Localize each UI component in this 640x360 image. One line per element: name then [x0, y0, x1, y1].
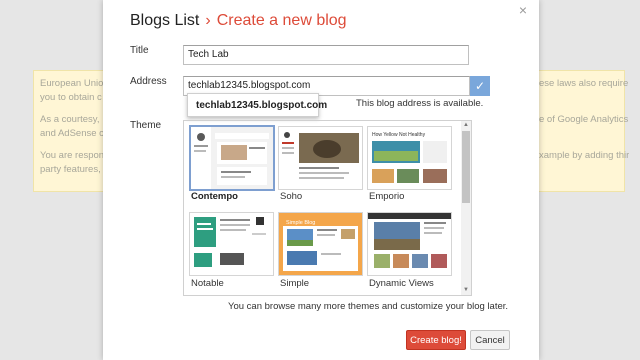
banner-text: You are respon [40, 150, 104, 161]
theme-thumb-dynamic-views[interactable] [367, 212, 452, 276]
address-label: Address [130, 76, 167, 87]
create-blog-dialog: × Blogs List › Create a new blog Title Tec… [103, 0, 539, 360]
simple-preview-icon: Simple Blog [279, 213, 362, 275]
theme-thumb-soho[interactable] [278, 126, 363, 190]
close-icon[interactable]: × [519, 2, 527, 18]
banner-text: xample by adding third [539, 150, 629, 161]
banner-text: As a courtesy, [40, 114, 100, 125]
theme-scrollbar[interactable]: ▲ ▼ [461, 121, 471, 295]
simple-thumb-title: Simple Blog [286, 220, 315, 226]
dialog-header: Blogs List › Create a new blog [130, 12, 347, 30]
theme-name-notable[interactable]: Notable [191, 278, 224, 289]
address-status: This blog address is available. [356, 98, 484, 109]
soho-preview-icon [279, 127, 362, 189]
cancel-button[interactable]: Cancel [470, 330, 510, 350]
title-input[interactable]: Tech Lab [183, 45, 469, 65]
banner-text: and AdSense c [40, 128, 104, 139]
address-suggestion[interactable]: techlab12345.blogspot.com [187, 93, 327, 117]
theme-label: Theme [130, 120, 162, 131]
breadcrumb-separator-icon: › [205, 12, 211, 29]
breadcrumb-blogs-list[interactable]: Blogs List [130, 12, 199, 29]
banner-text: European Union [40, 78, 104, 89]
theme-picker: Contempo Soho How Yellow Not Healthy Emp… [183, 120, 472, 296]
notable-preview-icon [190, 213, 273, 275]
emporio-thumb-title: How Yellow Not Healthy [372, 132, 426, 138]
themes-note: You can browse many more themes and cust… [228, 301, 509, 312]
theme-thumb-notable[interactable] [189, 212, 274, 276]
theme-thumb-simple[interactable]: Simple Blog [278, 212, 363, 276]
scroll-down-icon[interactable]: ▼ [461, 286, 471, 295]
theme-name-emporio[interactable]: Emporio [369, 191, 404, 202]
banner-text: e of Google Analytics [539, 114, 629, 125]
banner-text: you to obtain c [40, 92, 102, 103]
banner-text: ese laws also require [539, 78, 629, 89]
theme-name-simple[interactable]: Simple [280, 278, 309, 289]
theme-name-contempo[interactable]: Contempo [191, 191, 238, 202]
dynamic-views-preview-icon [368, 213, 451, 275]
check-icon: ✓ [470, 76, 490, 96]
scroll-up-icon[interactable]: ▲ [461, 121, 471, 130]
title-label: Title [130, 45, 149, 56]
theme-thumb-emporio[interactable]: How Yellow Not Healthy [367, 126, 452, 190]
emporio-preview-icon: How Yellow Not Healthy [368, 127, 451, 189]
theme-thumb-contempo[interactable] [189, 125, 275, 191]
page-title: Create a new blog [216, 12, 347, 29]
theme-name-soho[interactable]: Soho [280, 191, 302, 202]
banner-text: party features, [40, 164, 101, 175]
create-blog-button[interactable]: Create blog! [406, 330, 466, 350]
scrollbar-thumb[interactable] [462, 131, 470, 203]
theme-name-dynamic-views[interactable]: Dynamic Views [369, 278, 434, 289]
contempo-preview-icon [191, 127, 273, 189]
